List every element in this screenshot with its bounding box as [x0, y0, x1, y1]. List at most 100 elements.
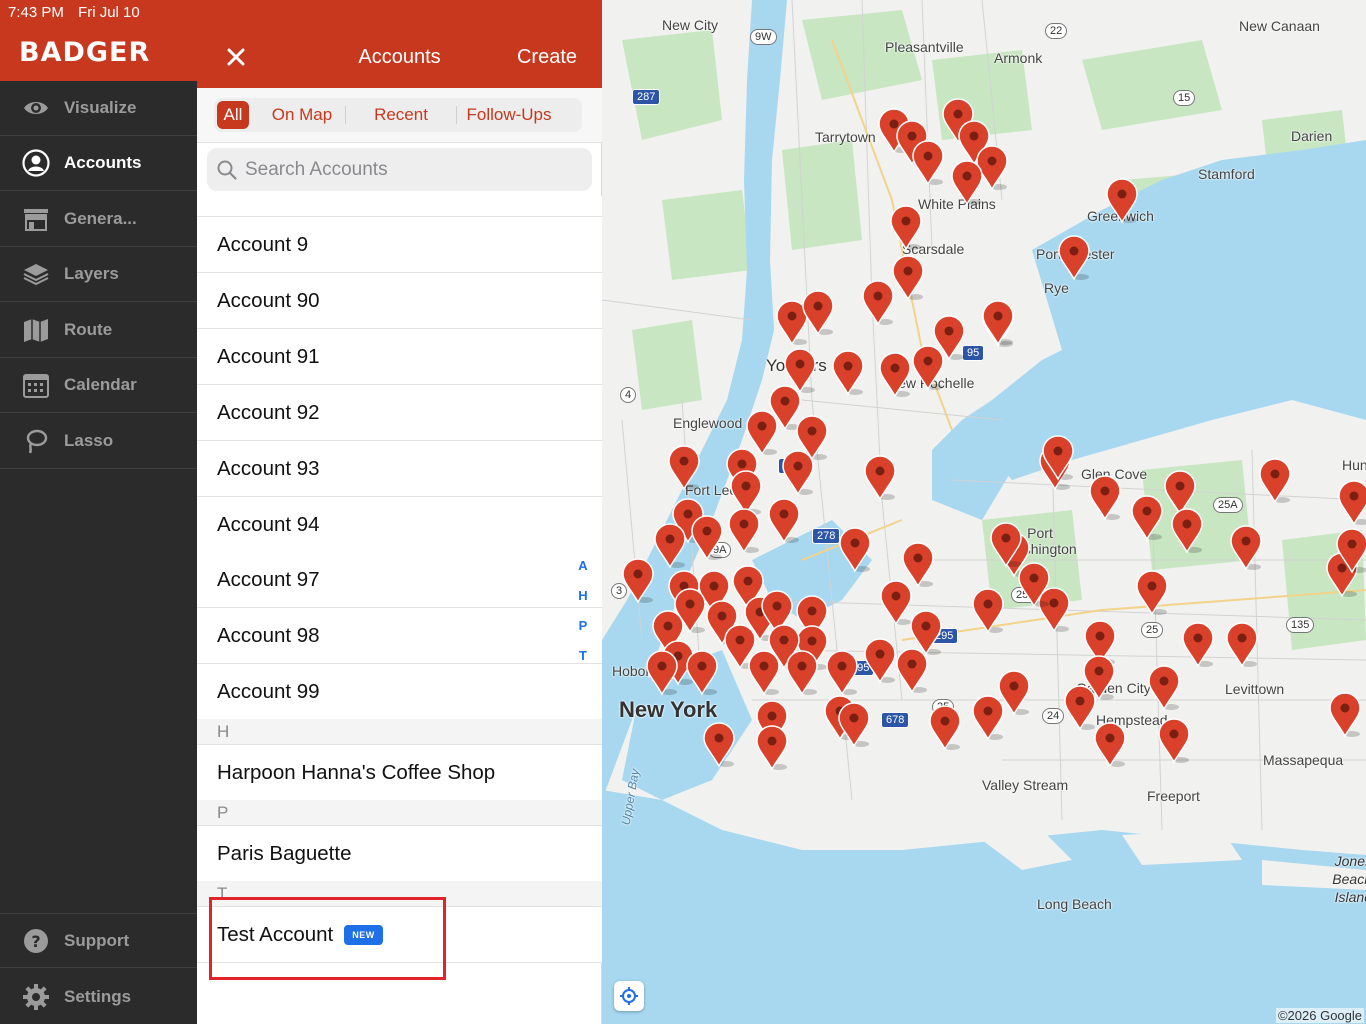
index-letter-h[interactable]: H [573, 588, 593, 603]
nav-item-route[interactable]: Route [0, 303, 197, 358]
map-pin-icon[interactable] [1088, 475, 1122, 521]
segment-on-map[interactable]: On Map [259, 101, 345, 129]
list-item[interactable]: Account 97 [197, 552, 602, 608]
map-pin-icon[interactable] [1130, 495, 1164, 541]
map-pin-icon[interactable] [928, 705, 962, 751]
map-label: Hunt [1342, 457, 1366, 473]
route-shield: 25 [1141, 622, 1164, 638]
locate-button[interactable] [614, 981, 644, 1011]
map-pin-icon[interactable] [1147, 665, 1181, 711]
list-item[interactable]: Account 92 [197, 385, 602, 441]
map-pin-icon[interactable] [831, 350, 865, 396]
lasso-icon [21, 426, 51, 456]
search-input[interactable] [245, 158, 565, 181]
map-pin-icon[interactable] [895, 648, 929, 694]
route-shield: 678 [881, 712, 910, 728]
map-pin-icon[interactable] [755, 725, 789, 771]
map-pin-icon[interactable] [1258, 458, 1292, 504]
create-button[interactable]: Create [517, 46, 577, 69]
map-pin-icon[interactable] [690, 515, 724, 561]
nav-item-calendar[interactable]: Calendar [0, 358, 197, 413]
calendar-icon [21, 370, 51, 400]
nav-label-visualize: Visualize [64, 98, 137, 117]
map-pin-icon[interactable] [863, 455, 897, 501]
map-pin-icon[interactable] [879, 580, 913, 626]
segment-all[interactable]: All [217, 101, 249, 129]
map-pin-icon[interactable] [1337, 480, 1366, 526]
list-item[interactable]: Account 90 [197, 273, 602, 329]
map-pin-icon[interactable] [781, 450, 815, 496]
map-pin-icon[interactable] [1063, 685, 1097, 731]
map-pin-icon[interactable] [785, 650, 819, 696]
map-pin-icon[interactable] [825, 650, 859, 696]
nav-item-layers[interactable]: Layers [0, 247, 197, 302]
map-pin-icon[interactable] [801, 290, 835, 336]
map-pin-icon[interactable] [981, 300, 1015, 346]
map-pin-icon[interactable] [1229, 525, 1263, 571]
map-pin-icon[interactable] [1093, 722, 1127, 768]
map-pin-icon[interactable] [1041, 435, 1075, 481]
list-item[interactable]: Account 99 [197, 664, 602, 720]
map-label: Stamford [1198, 166, 1255, 182]
map-pin-icon[interactable] [1335, 528, 1366, 574]
map-label: Massapequa [1263, 752, 1344, 768]
list-item[interactable]: Paris Baguette [197, 826, 602, 882]
map-pin-icon[interactable] [878, 352, 912, 398]
map-pin-icon[interactable] [747, 650, 781, 696]
map-pin-icon[interactable] [767, 498, 801, 544]
nav-item-lasso[interactable]: Lasso [0, 414, 197, 469]
list-item[interactable] [197, 196, 602, 217]
nav-item-visualize[interactable]: Visualize [0, 81, 197, 136]
map-pin-icon[interactable] [889, 205, 923, 251]
map-pin-icon[interactable] [645, 650, 679, 696]
map-pin-icon[interactable] [1328, 692, 1362, 738]
map-pin-icon[interactable] [861, 280, 895, 326]
index-letter-t[interactable]: T [573, 648, 593, 663]
map-pin-icon[interactable] [621, 558, 655, 604]
nav-label-support: Support [64, 930, 130, 950]
map-pin-icon[interactable] [863, 638, 897, 684]
list-item[interactable]: Account 93 [197, 441, 602, 497]
index-letter-p[interactable]: P [573, 618, 593, 633]
map-pin-icon[interactable] [1170, 508, 1204, 554]
map-pin-icon[interactable] [911, 140, 945, 186]
nav-item-accounts[interactable]: Accounts [0, 136, 197, 191]
map-pin-icon[interactable] [685, 650, 719, 696]
map-pin-icon[interactable] [653, 523, 687, 569]
map-pin-icon[interactable] [911, 345, 945, 391]
map-pin-icon[interactable] [1157, 718, 1191, 764]
nav-item-support[interactable]: ? Support [0, 913, 197, 968]
list-item[interactable]: Account 9 [197, 217, 602, 273]
map-pin-icon[interactable] [727, 508, 761, 554]
nav-item-settings[interactable]: Settings [0, 969, 197, 1024]
segment-recent[interactable]: Recent [346, 101, 456, 129]
route-shield: 287 [632, 89, 661, 105]
status-bar: 7:43 PM Fri Jul 10 [0, 0, 197, 26]
map-pin-icon[interactable] [950, 160, 984, 206]
list-item[interactable]: Harpoon Hanna's Coffee Shop [197, 745, 602, 801]
map-pin-icon[interactable] [702, 722, 736, 768]
map-view[interactable]: New City Pleasantville Armonk New Canaan… [602, 0, 1366, 1024]
map-pin-icon[interactable] [667, 445, 701, 491]
map-pin-icon[interactable] [1225, 622, 1259, 668]
index-letter-a[interactable]: A [573, 558, 593, 573]
list-item[interactable]: Account 91 [197, 329, 602, 385]
map-pin-icon[interactable] [837, 702, 871, 748]
map-pin-icon[interactable] [1181, 622, 1215, 668]
map-pin-icon[interactable] [1057, 235, 1091, 281]
map-pin-icon[interactable] [1135, 570, 1169, 616]
map-pin-icon[interactable] [971, 695, 1005, 741]
nav-item-general[interactable]: Genera... [0, 192, 197, 247]
list-item[interactable]: Account 94 [197, 497, 602, 553]
map-pin-icon[interactable] [989, 522, 1023, 568]
accounts-panel: Accounts Create All On Map Recent Follow… [197, 0, 602, 1024]
nav-label-layers: Layers [64, 264, 119, 283]
search-bar[interactable] [207, 148, 592, 191]
map-pin-icon[interactable] [891, 255, 925, 301]
map-pin-icon[interactable] [971, 588, 1005, 634]
map-pin-icon[interactable] [1105, 178, 1139, 224]
map-pin-icon[interactable] [838, 527, 872, 573]
segment-follow-ups[interactable]: Follow-Ups [457, 101, 561, 129]
map-pin-icon[interactable] [1017, 562, 1051, 608]
list-item[interactable]: Account 98 [197, 608, 602, 664]
